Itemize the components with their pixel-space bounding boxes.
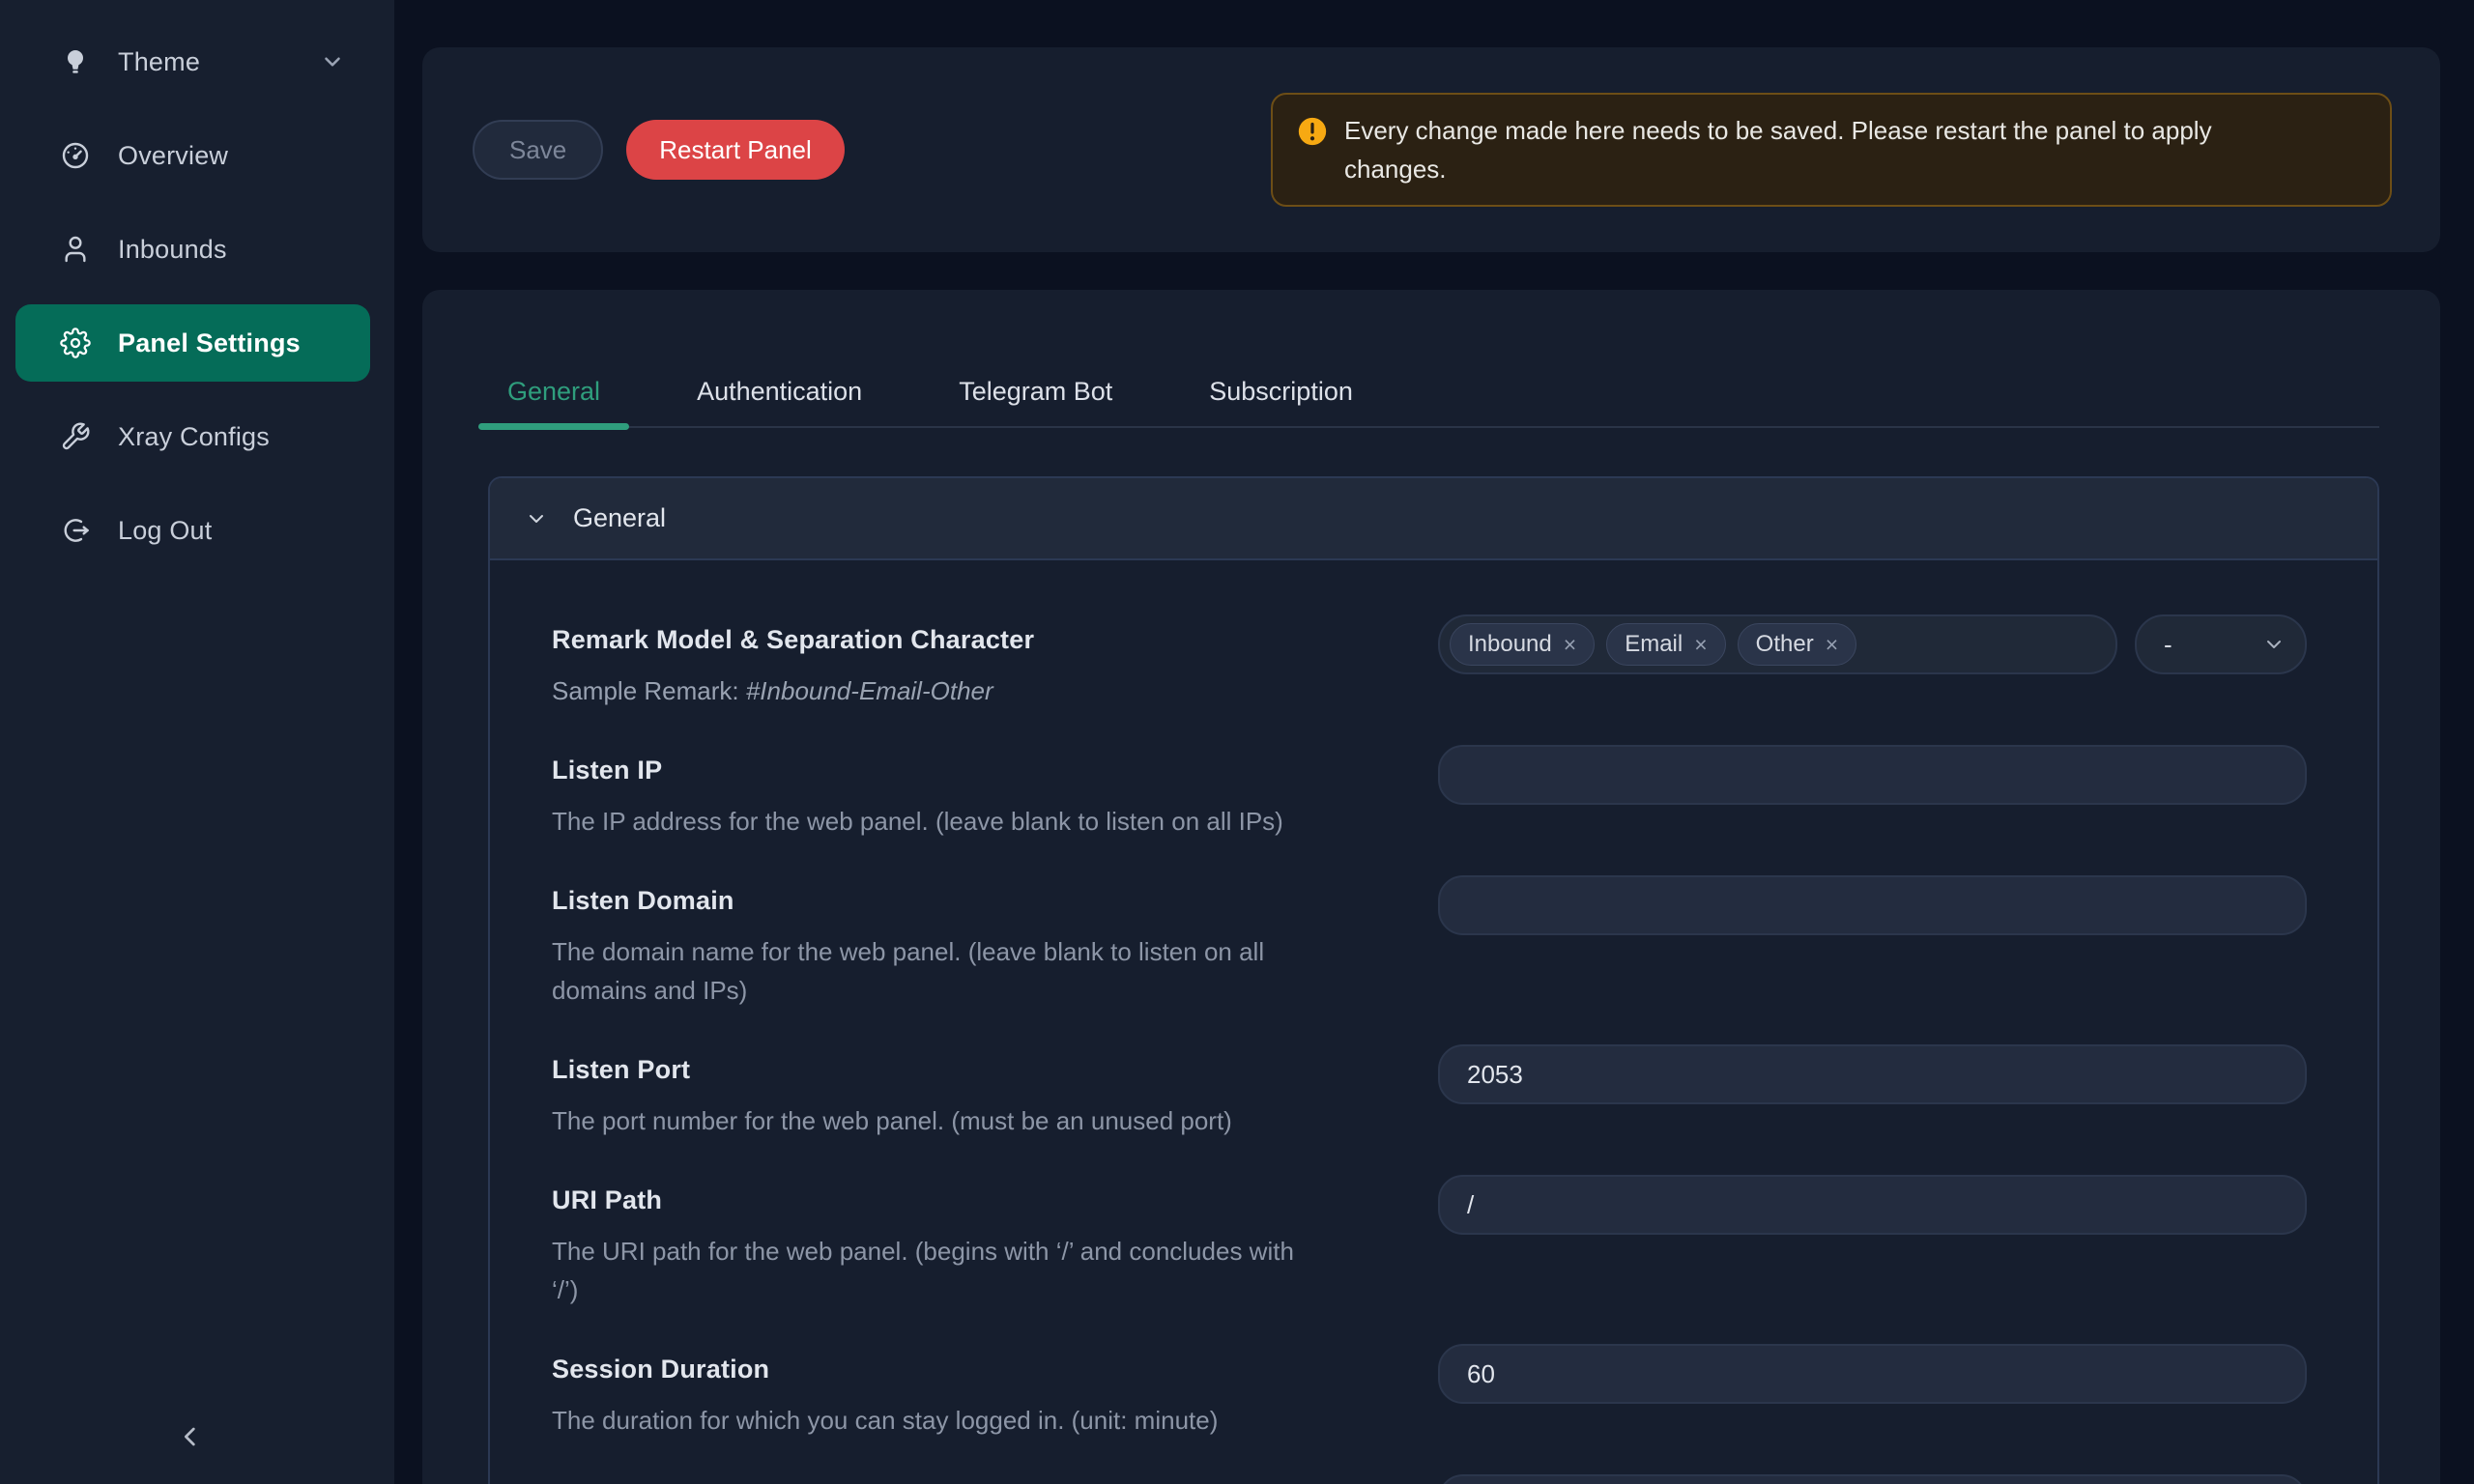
sample-remark-prefix: Sample Remark: [552,676,746,705]
chevron-down-icon [2262,633,2286,656]
sidebar: Theme Overview Inbounds [0,0,394,1484]
form-row-listen-domain: Listen Domain The domain name for the we… [552,875,2307,1010]
tag-email: Email × [1606,623,1725,666]
form-row-uri-path: URI Path The URI path for the web panel.… [552,1175,2307,1309]
field-label: Listen Domain [552,881,1438,920]
field-label: Remark Model & Separation Character [552,620,1438,659]
chevron-down-icon[interactable] [320,49,345,74]
field-description: The IP address for the web panel. (leave… [552,802,1325,841]
form-row-listen-ip: Listen IP The IP address for the web pan… [552,745,2307,841]
settings-tabs: General Authentication Telegram Bot Subs… [478,367,2379,428]
sidebar-item-inbounds[interactable]: Inbounds [15,211,370,288]
remove-tag-icon[interactable]: × [1694,634,1707,656]
panel-settings-page: Theme Overview Inbounds [0,0,2474,1484]
tag-other: Other × [1738,623,1856,666]
tab-label: Subscription [1209,377,1353,406]
user-icon [60,234,91,265]
warning-icon [1296,115,1329,148]
gear-icon [60,328,91,358]
sidebar-item-label: Log Out [118,516,212,546]
wrench-icon [60,421,91,452]
sidebar-nav: Theme Overview Inbounds [0,0,394,569]
sample-remark-value: #Inbound-Email-Other [746,676,993,705]
tag-label: Other [1756,631,1814,658]
sidebar-item-panel-settings[interactable]: Panel Settings [15,304,370,382]
restart-warning-alert: Every change made here needs to be saved… [1271,93,2392,207]
form-row-pagination-size: Pagination Size [552,1474,2307,1484]
field-description: The domain name for the web panel. (leav… [552,932,1325,1010]
sidebar-item-label: Overview [118,141,228,171]
tab-label: General [507,377,600,406]
settings-card: General Authentication Telegram Bot Subs… [422,290,2440,1484]
field-label: Listen IP [552,751,1438,789]
active-tab-indicator [478,423,629,430]
tab-label: Authentication [697,377,862,406]
sidebar-item-label: Theme [118,47,200,77]
logout-icon [60,515,91,546]
listen-ip-input[interactable] [1438,745,2307,805]
sidebar-item-xray-configs[interactable]: Xray Configs [15,398,370,475]
sidebar-item-theme[interactable]: Theme [15,23,370,100]
remove-tag-icon[interactable]: × [1826,634,1838,656]
tag-label: Email [1625,631,1683,658]
chevron-down-icon [525,507,548,530]
listen-domain-input[interactable] [1438,875,2307,935]
form-row-session-duration: Session Duration The duration for which … [552,1344,2307,1440]
pagination-size-input[interactable] [1438,1474,2307,1484]
tab-subscription[interactable]: Subscription [1180,367,1382,426]
field-description: The duration for which you can stay logg… [552,1401,1325,1440]
panel-title: General [573,503,666,533]
sidebar-item-overview[interactable]: Overview [15,117,370,194]
tab-general[interactable]: General [478,367,629,426]
save-button[interactable]: Save [473,120,603,180]
form-row-listen-port: Listen Port The port number for the web … [552,1044,2307,1140]
listen-port-input[interactable] [1438,1044,2307,1104]
tag-label: Inbound [1468,631,1552,658]
field-label: Session Duration [552,1350,1438,1388]
field-label: Pagination Size [552,1480,1438,1484]
uri-path-input[interactable] [1438,1175,2307,1235]
tab-authentication[interactable]: Authentication [668,367,891,426]
field-label: URI Path [552,1181,1438,1219]
general-collapse-header[interactable]: General [490,478,2377,560]
separator-select[interactable]: - [2135,614,2307,674]
tab-label: Telegram Bot [959,377,1112,406]
gauge-icon [60,140,91,171]
field-label: Listen Port [552,1050,1438,1089]
field-description: The URI path for the web panel. (begins … [552,1232,1325,1309]
toolbar-card: Save Restart Panel Every change made her… [422,47,2440,252]
sidebar-collapse-button[interactable] [175,1421,206,1452]
sidebar-item-label: Inbounds [118,235,227,265]
general-form: Remark Model & Separation Character Samp… [490,560,2377,1484]
remove-tag-icon[interactable]: × [1564,634,1576,656]
sidebar-item-label: Panel Settings [118,328,301,358]
session-duration-input[interactable] [1438,1344,2307,1404]
tab-telegram-bot[interactable]: Telegram Bot [930,367,1141,426]
general-collapse-panel: General Remark Model & Separation Charac… [488,476,2379,1484]
sidebar-item-label: Xray Configs [118,422,270,452]
alert-message: Every change made here needs to be saved… [1344,111,2272,188]
restart-panel-button[interactable]: Restart Panel [626,120,845,180]
tag-inbound: Inbound × [1450,623,1595,666]
form-row-remark-model: Remark Model & Separation Character Samp… [552,614,2307,710]
sidebar-item-log-out[interactable]: Log Out [15,492,370,569]
separator-value: - [2164,630,2172,660]
field-description: Sample Remark: #Inbound-Email-Other [552,671,1438,710]
field-description: The port number for the web panel. (must… [552,1101,1325,1140]
bulb-icon [60,46,91,77]
remark-model-multiselect[interactable]: Inbound × Email × Other × [1438,614,2117,674]
